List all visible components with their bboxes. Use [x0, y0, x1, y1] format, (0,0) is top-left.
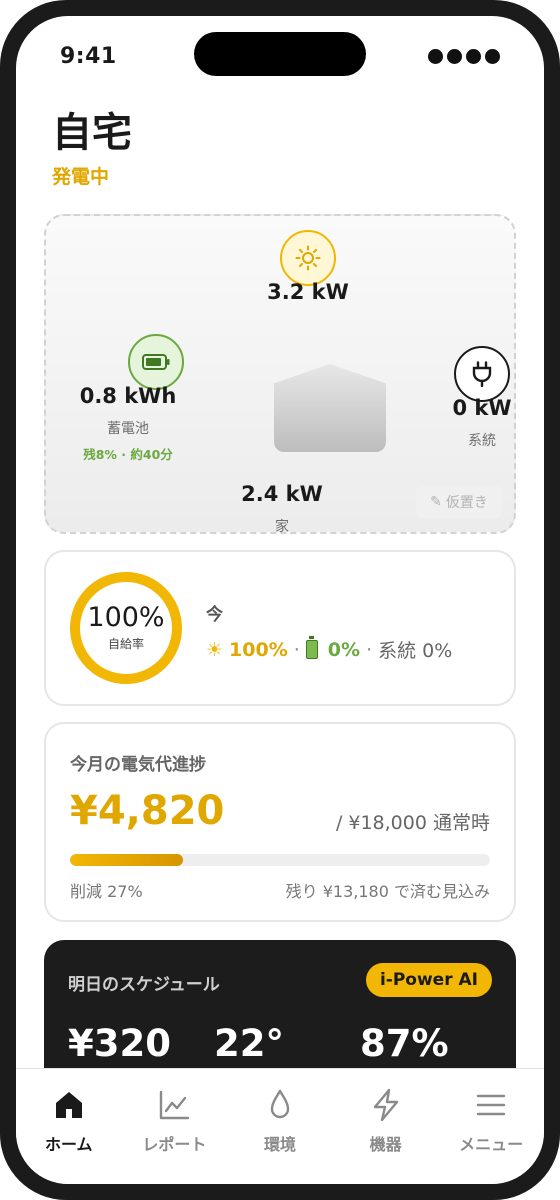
bolt-icon	[368, 1087, 404, 1123]
grid-value: 0 kW	[452, 396, 512, 420]
solar-share: 100%	[229, 638, 288, 661]
tab-environment[interactable]: 環境	[227, 1069, 333, 1184]
menu-icon	[473, 1087, 509, 1123]
status-time: 9:41	[60, 44, 117, 69]
signal-dot	[447, 49, 462, 64]
sun-icon: ☀	[206, 638, 224, 661]
tab-report[interactable]: レポート	[122, 1069, 228, 1184]
pencil-icon: ✎	[430, 494, 442, 510]
battery-share: 0%	[327, 638, 361, 661]
now-label: 今	[206, 605, 223, 625]
grid-share: 系統 0%	[378, 640, 453, 662]
chart-icon	[156, 1087, 192, 1123]
home-value: 2.4 kW	[241, 482, 323, 506]
signal-dot	[466, 49, 481, 64]
separator: ·	[366, 638, 373, 661]
tab-menu[interactable]: メニュー	[438, 1069, 544, 1184]
house-icon	[274, 364, 386, 452]
schedule-title: 明日のスケジュール	[68, 975, 220, 995]
home-label: 家	[275, 519, 289, 535]
battery-detail: 残8% · 約40分	[83, 447, 173, 462]
bill-progress-bar	[70, 854, 490, 866]
self-sufficiency-ring: 100% 自給率	[70, 572, 182, 684]
battery-label: 蓄電池	[107, 421, 149, 437]
drop-icon	[262, 1087, 298, 1123]
plug-icon[interactable]	[454, 346, 510, 402]
page-title: 自宅	[52, 110, 132, 156]
energy-flow-card[interactable]: 3.2 kW 0.8 kWh 蓄電池 残8% · 約40分 0 kW 系統 2.…	[44, 214, 516, 535]
schedule-percent: 87%	[360, 1022, 449, 1065]
source-breakdown: ☀ 100% · 0% · 系統 0%	[206, 636, 452, 663]
bill-remaining: 残り ¥13,180 で済む見込み	[285, 882, 490, 901]
tab-devices[interactable]: 機器	[333, 1069, 439, 1184]
tab-home[interactable]: ホーム	[16, 1069, 122, 1184]
self-sufficiency-label: 自給率	[107, 636, 144, 651]
sun-icon[interactable]	[280, 230, 336, 286]
generation-status: 発電中	[52, 166, 110, 188]
bill-progress-fill	[70, 854, 184, 866]
bill-progress-card[interactable]: 今月の電気代進捗 ¥4,820 / ¥18,000 通常時 削減 27% 残り …	[44, 722, 516, 922]
grid-label: 系統	[468, 433, 496, 449]
app-screen: 9:41 自宅 発電中 3.2 kW 0.8 kWh 蓄電池 残8% · 約40…	[16, 16, 544, 1184]
tab-bar: ホーム レポート 環境 機器 メニュー	[16, 1068, 544, 1184]
dynamic-island	[194, 32, 366, 76]
self-sufficiency-value: 100%	[87, 602, 165, 634]
bill-reduction: 削減 27%	[70, 882, 143, 901]
phone-frame: 9:41 自宅 発電中 3.2 kW 0.8 kWh 蓄電池 残8% · 約40…	[0, 0, 560, 1200]
signal-indicator	[428, 49, 500, 64]
schedule-temperature: 22°	[214, 1022, 284, 1065]
signal-dot	[428, 49, 443, 64]
solar-value: 3.2 kW	[267, 280, 349, 304]
home-icon	[51, 1087, 87, 1123]
bill-heading: 今月の電気代進捗	[70, 755, 206, 775]
placement-label: 仮置き	[445, 495, 488, 511]
bill-amount: ¥4,820	[70, 788, 225, 834]
self-sufficiency-card[interactable]: 100% 自給率 今 ☀ 100% · 0% · 系統 0%	[44, 550, 516, 706]
tab-label: レポート	[142, 1135, 207, 1154]
ai-badge[interactable]: i-Power AI	[365, 963, 492, 997]
tab-label: ホーム	[45, 1135, 93, 1154]
tab-label: メニュー	[459, 1135, 524, 1154]
battery-icon[interactable]	[128, 334, 184, 390]
battery-value: 0.8 kWh	[79, 384, 177, 408]
tab-label: 機器	[369, 1135, 402, 1154]
signal-dot	[485, 49, 500, 64]
schedule-cost: ¥320	[68, 1022, 171, 1065]
tab-label: 環境	[263, 1135, 296, 1154]
battery-icon	[305, 636, 318, 659]
bill-normal-amount: / ¥18,000 通常時	[335, 812, 490, 834]
separator: ·	[293, 638, 300, 661]
placement-button[interactable]: ✎ 仮置き	[416, 486, 502, 518]
